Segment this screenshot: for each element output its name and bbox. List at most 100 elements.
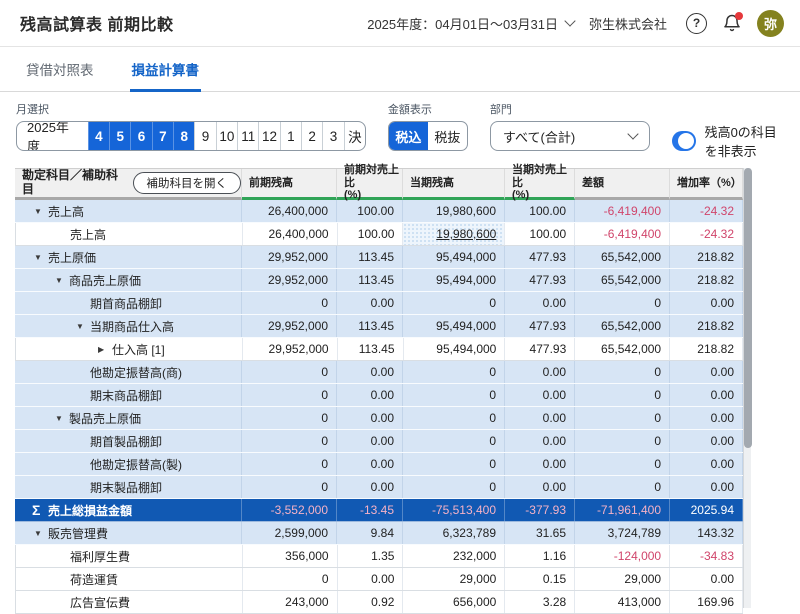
table-row[interactable]: 期末製品棚卸00.0000.0000.00 — [15, 476, 743, 499]
department-dropdown[interactable]: すべて(合計) — [490, 121, 650, 151]
value-cell: 95,494,000 — [403, 246, 505, 268]
help-icon[interactable]: ? — [686, 13, 707, 34]
value-cell: 2,599,000 — [242, 522, 337, 544]
account-name-cell[interactable]: 他勘定振替高(製) — [15, 453, 242, 475]
amount-display-group: 金額表示 税込 税抜 — [388, 101, 468, 151]
month-cell-6[interactable]: 6 — [130, 122, 151, 150]
value-cell: 0 — [403, 292, 505, 314]
table-row[interactable]: 他勘定振替高(商)00.0000.0000.00 — [15, 361, 743, 384]
value-cell: 65,542,000 — [575, 269, 670, 291]
account-name: 売上高 — [48, 203, 84, 220]
tree-collapsed-icon[interactable]: ▶ — [98, 345, 112, 354]
value-cell: 0 — [575, 384, 670, 406]
value-cell: 29,000 — [575, 568, 670, 590]
account-name-cell[interactable]: ▼当期商品仕入高 — [15, 315, 242, 337]
month-cell-7[interactable]: 7 — [152, 122, 173, 150]
month-cell-1[interactable]: 1 — [280, 122, 301, 150]
table-row[interactable]: 広告宣伝費243,0000.92656,0003.28413,000169.96 — [15, 591, 743, 614]
value-cell: 0 — [242, 453, 337, 475]
tree-expanded-icon[interactable]: ▼ — [34, 529, 48, 538]
account-name-cell[interactable]: ▼売上原価 — [15, 246, 242, 268]
month-cell-3[interactable]: 3 — [322, 122, 343, 150]
tax-excluded-button[interactable]: 税抜 — [428, 122, 467, 150]
value-cell: 0.00 — [505, 384, 575, 406]
value-cell: 0.00 — [505, 453, 575, 475]
table-row[interactable]: 期末商品棚卸00.0000.0000.00 — [15, 384, 743, 407]
table-row[interactable]: 期首商品棚卸00.0000.0000.00 — [15, 292, 743, 315]
account-name-cell[interactable]: 売上高 — [16, 223, 243, 245]
account-name-cell[interactable]: Σ売上総損益金額 — [15, 499, 242, 521]
month-select-group: 月選択 2025年度 456789101112123決 — [16, 101, 366, 151]
tree-expanded-icon[interactable]: ▼ — [55, 276, 69, 285]
account-name-cell[interactable]: 荷造運賃 — [16, 568, 243, 590]
value-cell: 0.00 — [337, 407, 403, 429]
table-row[interactable]: ▼売上原価29,952,000113.4595,494,000477.9365,… — [15, 246, 743, 269]
account-name: 他勘定振替高(商) — [90, 364, 182, 381]
month-cell-12[interactable]: 12 — [258, 122, 279, 150]
month-cell-2[interactable]: 2 — [301, 122, 322, 150]
table-row[interactable]: ▼商品売上原価29,952,000113.4595,494,000477.936… — [15, 269, 743, 292]
month-cell-4[interactable]: 4 — [88, 122, 109, 150]
account-name-cell[interactable]: 福利厚生費 — [16, 545, 243, 567]
value-cell: 3.28 — [505, 591, 575, 613]
value-cell: 0.00 — [670, 453, 743, 475]
tree-expanded-icon[interactable]: ▼ — [55, 414, 69, 423]
value-cell: 0.00 — [337, 476, 403, 498]
account-name-cell[interactable]: ▼商品売上原価 — [15, 269, 242, 291]
account-name-cell[interactable]: ▼売上高 — [15, 200, 242, 222]
tree-expanded-icon[interactable]: ▼ — [34, 207, 48, 216]
table-row[interactable]: ▼製品売上原価00.0000.0000.00 — [15, 407, 743, 430]
scrollbar-thumb[interactable] — [744, 168, 752, 448]
month-cell-9[interactable]: 9 — [194, 122, 215, 150]
fiscal-period-selector[interactable]: 2025年度：04月01日〜03月31日 — [367, 14, 574, 33]
account-name-cell[interactable]: 期首製品棚卸 — [15, 430, 242, 452]
value-cell: 26,400,000 — [243, 223, 338, 245]
value-cell: 656,000 — [403, 591, 505, 613]
tree-expanded-icon[interactable]: ▼ — [34, 253, 48, 262]
account-name-cell[interactable]: ▼製品売上原価 — [15, 407, 242, 429]
month-cell-8[interactable]: 8 — [173, 122, 194, 150]
open-sub-accounts-button[interactable]: 補助科目を開く — [133, 172, 242, 194]
account-name-cell[interactable]: ▶仕入高 [1] — [16, 338, 243, 360]
tab-income-statement[interactable]: 損益計算書 — [130, 47, 202, 92]
tree-expanded-icon[interactable]: ▼ — [76, 322, 90, 331]
value-cell[interactable]: 19,980,600 — [403, 223, 505, 245]
table-row[interactable]: 売上高26,400,000100.0019,980,600100.00-6,41… — [15, 223, 743, 246]
tab-balance-sheet[interactable]: 貸借対照表 — [24, 47, 96, 92]
account-name-cell[interactable]: 他勘定振替高(商) — [15, 361, 242, 383]
company-name: 弥生株式会社 — [589, 14, 667, 33]
table-row[interactable]: 福利厚生費356,0001.35232,0001.16-124,000-34.8… — [15, 545, 743, 568]
value-cell: 0 — [242, 292, 337, 314]
month-cell-10[interactable]: 10 — [216, 122, 237, 150]
account-name-cell[interactable]: ▼販売管理費 — [15, 522, 242, 544]
avatar[interactable]: 弥 — [757, 10, 784, 37]
table-row[interactable]: Σ売上総損益金額-3,552,000-13.45-75,513,400-377.… — [15, 499, 743, 522]
month-cell-5[interactable]: 5 — [109, 122, 130, 150]
value-cell: 0.00 — [670, 430, 743, 452]
value-cell: 0 — [242, 384, 337, 406]
value-cell: 100.00 — [505, 200, 575, 222]
tax-included-button[interactable]: 税込 — [389, 122, 428, 150]
month-cell-決[interactable]: 決 — [344, 122, 365, 150]
value-cell: 19,980,600 — [403, 200, 505, 222]
notification-bell-icon[interactable] — [722, 13, 742, 33]
table-row[interactable]: ▼販売管理費2,599,0009.846,323,78931.653,724,7… — [15, 522, 743, 545]
table-row[interactable]: ▶仕入高 [1]29,952,000113.4595,494,000477.93… — [15, 338, 743, 361]
table-row[interactable]: 他勘定振替高(製)00.0000.0000.00 — [15, 453, 743, 476]
account-name: 当期商品仕入高 — [90, 318, 174, 335]
vertical-scrollbar[interactable] — [743, 168, 751, 608]
table-row[interactable]: 期首製品棚卸00.0000.0000.00 — [15, 430, 743, 453]
table-row[interactable]: 荷造運賃00.0029,0000.1529,0000.00 — [15, 568, 743, 591]
account-name: 売上原価 — [48, 249, 96, 266]
zero-balance-toggle[interactable] — [672, 131, 696, 151]
account-name-cell[interactable]: 期首商品棚卸 — [15, 292, 242, 314]
table-row[interactable]: ▼売上高26,400,000100.0019,980,600100.00-6,4… — [15, 200, 743, 223]
account-name: 商品売上原価 — [69, 272, 141, 289]
topbar-right: 2025年度：04月01日〜03月31日 弥生株式会社 ? 弥 — [367, 10, 784, 37]
month-cell-11[interactable]: 11 — [237, 122, 258, 150]
table-row[interactable]: ▼当期商品仕入高29,952,000113.4595,494,000477.93… — [15, 315, 743, 338]
year-segment[interactable]: 2025年度 — [17, 122, 88, 150]
account-name-cell[interactable]: 期末製品棚卸 — [15, 476, 242, 498]
account-name-cell[interactable]: 広告宣伝費 — [16, 591, 243, 613]
account-name-cell[interactable]: 期末商品棚卸 — [15, 384, 242, 406]
